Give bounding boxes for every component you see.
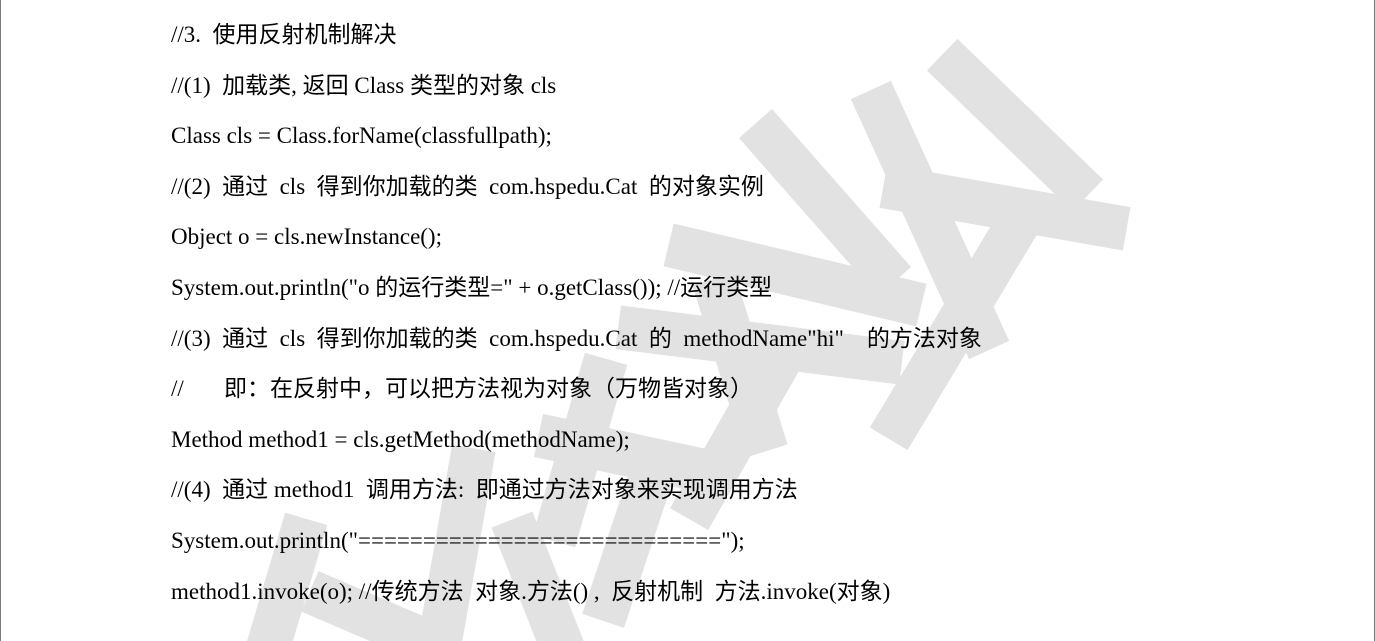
code-line: Class cls = Class.forName(classfullpath)… (171, 123, 552, 149)
code-line: //3. 使用反射机制解决 (171, 22, 397, 47)
code-line: //(3) 通过 cls 得到你加载的类 com.hspedu.Cat 的 me… (171, 325, 982, 351)
code-line: Method method1 = cls.getMethod(methodNam… (171, 426, 630, 452)
code-line: //(2) 通过 cls 得到你加载的类 com.hspedu.Cat 的对象实… (171, 173, 764, 199)
code-line: //(4) 通过 method1 调用方法: 即通过方法对象来实现调用方法 (171, 477, 798, 503)
code-line: //(1) 加载类, 返回 Class 类型的对象 cls (171, 72, 557, 98)
code-line: System.out.println("====================… (171, 527, 745, 553)
code-block: //3. 使用反射机制解决 //(1) 加载类, 返回 Class 类型的对象 … (171, 18, 982, 625)
code-line: method1.invoke(o); //传统方法 对象.方法() , 反射机制… (171, 578, 891, 604)
code-line: // 即：在反射中，可以把方法视为对象（万物皆对象） (171, 376, 754, 402)
code-line: Object o = cls.newInstance(); (171, 224, 442, 250)
code-line: System.out.println("o 的运行类型=" + o.getCla… (171, 274, 773, 300)
